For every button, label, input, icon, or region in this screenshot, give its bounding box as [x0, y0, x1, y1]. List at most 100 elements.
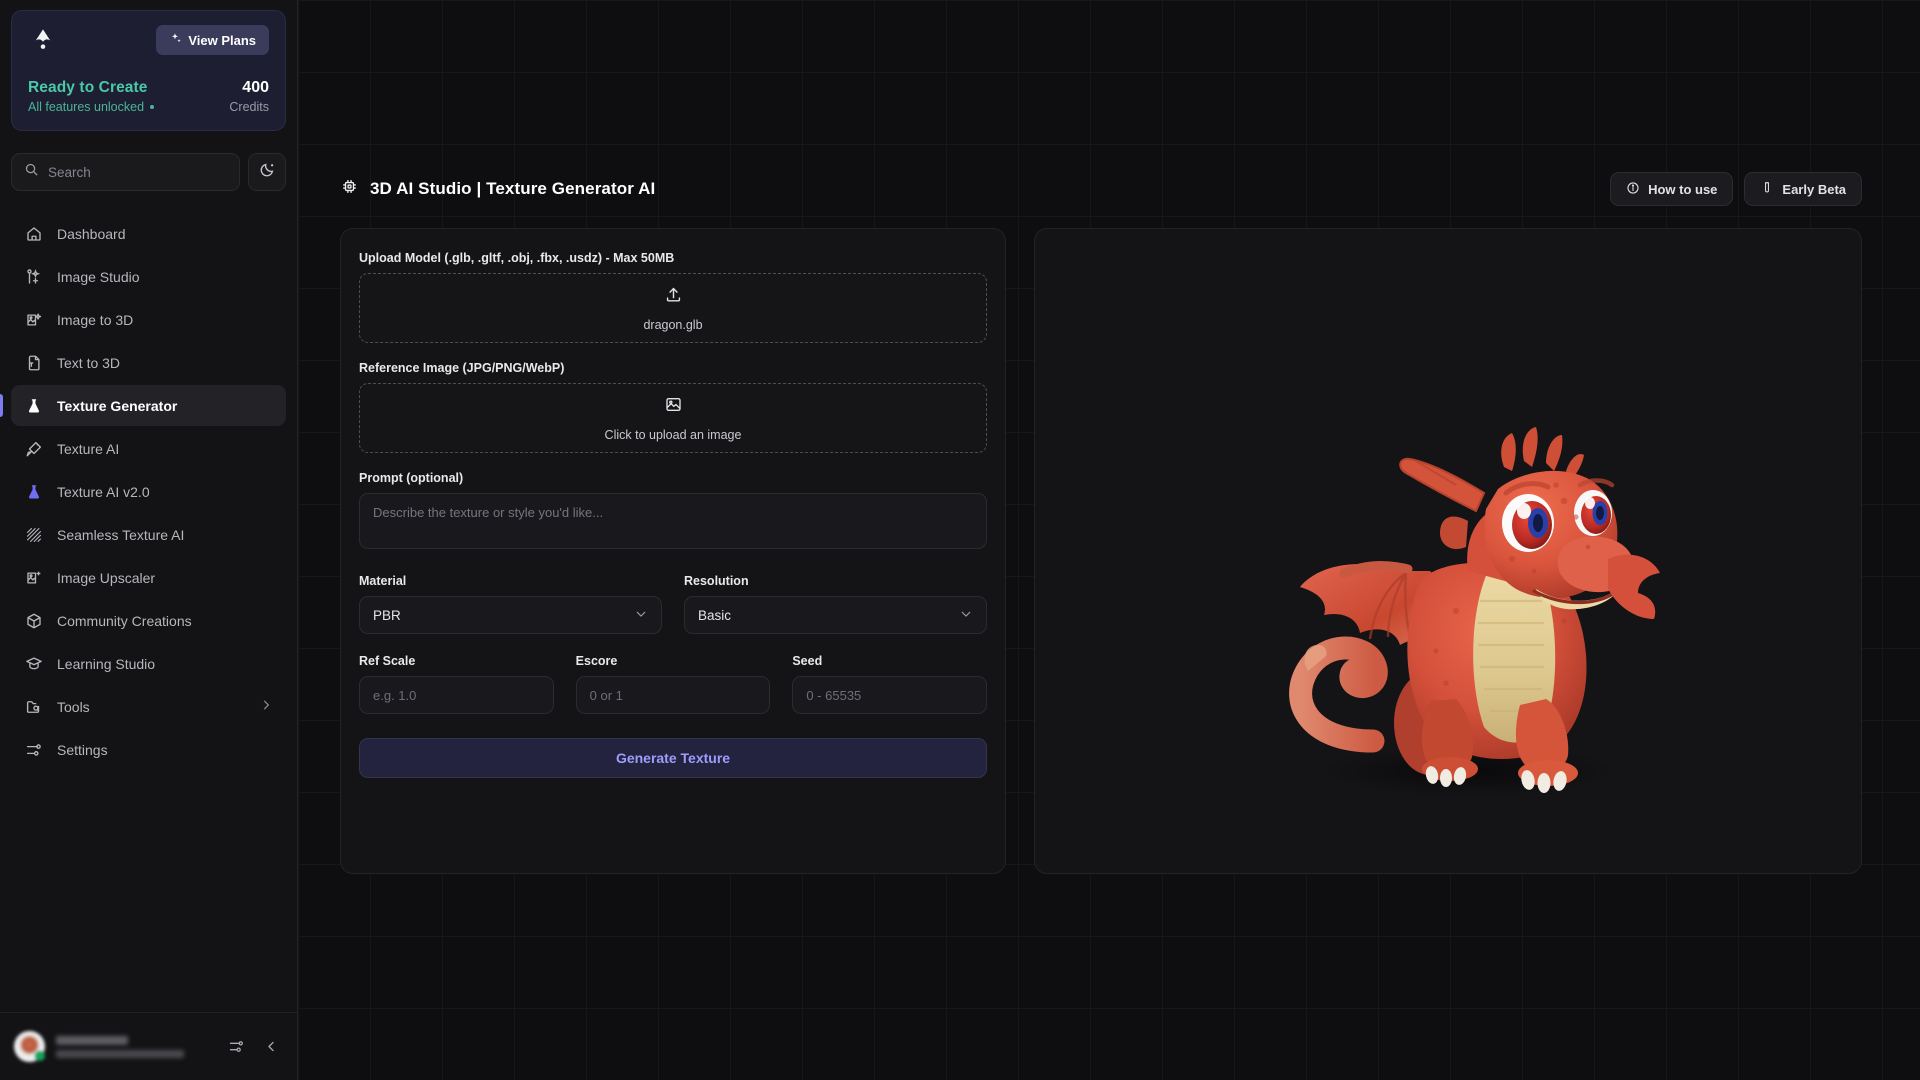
sidebar-nav: Dashboard Image Studio Image to 3D Text …: [0, 213, 297, 770]
search-icon: [24, 162, 39, 182]
material-label: Material: [359, 574, 407, 588]
image-studio-icon: [24, 267, 43, 286]
credits-card-header: View Plans: [28, 25, 269, 55]
paint-brush-icon: [24, 439, 43, 458]
sidebar-item-image-upscaler[interactable]: Image Upscaler: [11, 557, 286, 598]
sidebar-item-label: Image Studio: [57, 268, 140, 285]
sidebar-item-text-to-3d[interactable]: Text to 3D: [11, 342, 286, 383]
sidebar-item-label: Settings: [57, 741, 108, 758]
search-input[interactable]: [48, 164, 227, 180]
view-plans-button[interactable]: View Plans: [156, 25, 269, 55]
how-to-use-button[interactable]: How to use: [1610, 172, 1734, 206]
generate-texture-button[interactable]: Generate Texture: [359, 738, 987, 778]
sidebar-item-tools[interactable]: Tools: [11, 686, 286, 727]
seed-label: Seed: [792, 654, 823, 668]
footer-settings-button[interactable]: [224, 1038, 248, 1055]
view-plans-label: View Plans: [188, 32, 256, 48]
sidebar-item-label: Learning Studio: [57, 655, 156, 672]
cube-icon: [24, 611, 43, 630]
how-to-use-label: How to use: [1648, 181, 1718, 197]
sidebar-item-label: Image to 3D: [57, 311, 134, 328]
ready-status-sub: All features unlocked: [28, 100, 155, 114]
sidebar-item-label: Image Upscaler: [57, 569, 156, 586]
credits-amount-label: Credits: [229, 100, 269, 114]
app-logo-icon: [28, 25, 58, 55]
material-value: PBR: [373, 607, 401, 623]
ref-scale-input[interactable]: [359, 676, 554, 714]
advanced-params-row: Ref Scale Escore Seed: [359, 654, 988, 714]
credits-amount-block: 400 Credits: [229, 79, 269, 114]
main-content: 3D AI Studio | Texture Generator AI How …: [298, 0, 1920, 1080]
texture-form-panel: Upload Model (.glb, .gltf, .obj, .fbx, .…: [340, 228, 1006, 874]
prompt-label: Prompt (optional): [359, 471, 464, 485]
sidebar-item-seamless-texture-ai[interactable]: Seamless Texture AI: [11, 514, 286, 555]
resolution-field: Resolution Basic: [684, 574, 987, 634]
sidebar-footer: [0, 1012, 297, 1080]
material-resolution-row: Material PBR Resolution Basic: [359, 574, 987, 634]
sidebar-item-dashboard[interactable]: Dashboard: [11, 213, 286, 254]
sidebar-item-texture-generator[interactable]: Texture Generator: [0, 385, 286, 426]
model-preview-panel[interactable]: [1034, 228, 1862, 874]
credits-amount: 400: [242, 79, 269, 96]
upload-model-dropzone[interactable]: dragon.glb: [359, 273, 987, 343]
ready-status-sub-label: All features unlocked: [28, 100, 145, 114]
uploaded-filename: dragon.glb: [643, 317, 703, 332]
early-beta-badge[interactable]: Early Beta: [1744, 172, 1862, 206]
page-header: 3D AI Studio | Texture Generator AI How …: [298, 158, 1920, 220]
credits-status: Ready to Create All features unlocked: [28, 79, 155, 114]
reference-image-label: Reference Image (JPG/PNG/WebP): [359, 361, 565, 375]
material-select[interactable]: PBR: [359, 596, 662, 634]
sparkles-icon: [169, 32, 182, 48]
user-info: [56, 1035, 213, 1058]
search-box[interactable]: [11, 153, 240, 191]
reference-image-dropzone[interactable]: Click to upload an image: [359, 383, 987, 453]
folder-search-icon: [24, 697, 43, 716]
sidebar-item-image-to-3d[interactable]: Image to 3D: [11, 299, 286, 340]
sidebar-item-label: Texture Generator: [57, 397, 178, 414]
image-3d-icon: [24, 310, 43, 329]
escore-field: Escore: [575, 654, 771, 714]
dragon-model-render: [1035, 229, 1861, 873]
escore-input[interactable]: [575, 676, 771, 714]
user-name: [56, 1035, 128, 1045]
collapse-sidebar-button[interactable]: [259, 1039, 283, 1054]
resolution-value: Basic: [698, 607, 732, 623]
graduation-cap-icon: [24, 654, 43, 673]
ref-scale-label: Ref Scale: [359, 654, 416, 668]
credits-card-body: Ready to Create All features unlocked 40…: [28, 79, 269, 114]
sidebar-item-label: Dashboard: [57, 225, 126, 242]
sidebar-item-label: Seamless Texture AI: [57, 526, 185, 543]
resolution-select[interactable]: Basic: [684, 596, 987, 634]
home-icon: [24, 224, 43, 243]
theme-toggle-button[interactable]: [248, 153, 286, 191]
sidebar-item-label: Community Creations: [57, 612, 192, 629]
seed-input[interactable]: [792, 676, 988, 714]
moon-sparkle-icon: [259, 161, 276, 183]
seed-field: Seed: [792, 654, 988, 714]
test-tube-icon: [1760, 181, 1774, 198]
sidebar-item-texture-ai[interactable]: Texture AI: [11, 428, 286, 469]
cpu-chip-icon: [340, 177, 359, 201]
header-actions: How to use Early Beta: [1610, 172, 1862, 206]
sidebar-item-learning-studio[interactable]: Learning Studio: [11, 643, 286, 684]
avatar[interactable]: [14, 1031, 45, 1062]
user-email: [56, 1049, 184, 1058]
status-dot: [150, 105, 155, 109]
ref-scale-field: Ref Scale: [359, 654, 554, 714]
page-title: 3D AI Studio | Texture Generator AI: [370, 179, 656, 198]
sidebar-item-community-creations[interactable]: Community Creations: [11, 600, 286, 641]
sidebar: View Plans Ready to Create All features …: [0, 0, 298, 1080]
content-area: Upload Model (.glb, .gltf, .obj, .fbx, .…: [298, 228, 1920, 874]
sidebar-item-label: Tools: [57, 698, 90, 715]
search-row: [11, 153, 286, 191]
sidebar-item-texture-ai-v2[interactable]: Texture AI v2.0: [11, 471, 286, 512]
sidebar-item-settings[interactable]: Settings: [11, 729, 286, 770]
prompt-input[interactable]: [359, 493, 987, 549]
upload-icon: [664, 285, 683, 309]
sidebar-item-label: Text to 3D: [57, 354, 121, 371]
sidebar-item-image-studio[interactable]: Image Studio: [11, 256, 286, 297]
credits-card: View Plans Ready to Create All features …: [11, 10, 286, 131]
image-sparkle-icon: [24, 568, 43, 587]
flask-icon: [24, 396, 43, 415]
upload-model-label: Upload Model (.glb, .gltf, .obj, .fbx, .…: [359, 251, 675, 265]
